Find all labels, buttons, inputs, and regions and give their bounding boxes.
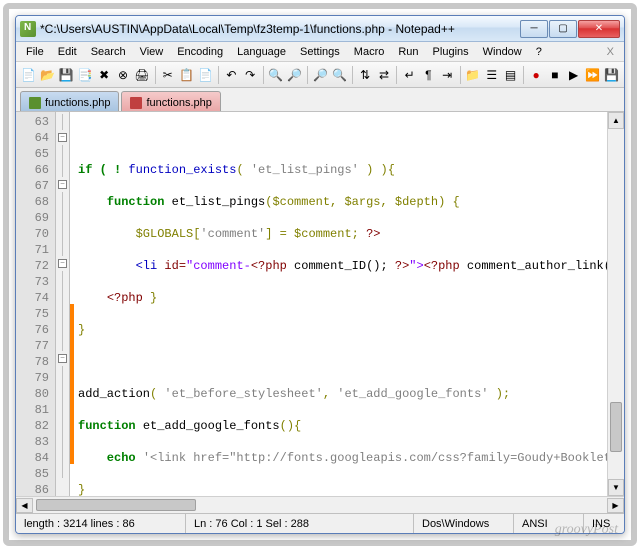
status-length: length : 3214 lines : 86 (16, 514, 186, 533)
sync-hscroll-icon[interactable]: ⇄ (376, 65, 393, 85)
replace-icon[interactable]: 🔎 (286, 65, 303, 85)
status-eol: Dos\Windows (414, 514, 514, 533)
scroll-up-icon[interactable]: ▲ (608, 112, 624, 129)
stop-macro-icon[interactable]: ■ (547, 65, 564, 85)
app-icon (20, 21, 36, 37)
close-button[interactable]: ✕ (578, 20, 620, 38)
tab-functions-2[interactable]: functions.php (121, 91, 220, 111)
status-position: Ln : 76 Col : 1 Sel : 288 (186, 514, 414, 533)
close-file-icon[interactable]: ✖ (96, 65, 113, 85)
statusbar: length : 3214 lines : 86 Ln : 76 Col : 1… (16, 513, 624, 533)
editor[interactable]: 6364656667686970717273747576777879808182… (16, 112, 624, 496)
fold-toggle-icon[interactable]: − (58, 133, 67, 142)
scroll-down-icon[interactable]: ▼ (608, 479, 624, 496)
redo-icon[interactable]: ↷ (242, 65, 259, 85)
maximize-button[interactable]: ▢ (549, 20, 577, 38)
minimize-button[interactable]: ─ (520, 20, 548, 38)
file-modified-icon (130, 97, 142, 109)
func-list-icon[interactable]: ☰ (483, 65, 500, 85)
save-icon[interactable]: 💾 (58, 65, 75, 85)
indent-icon[interactable]: ⇥ (439, 65, 456, 85)
menu-file[interactable]: File (20, 44, 50, 60)
folder-view-icon[interactable]: 📁 (464, 65, 481, 85)
close-all-icon[interactable]: ⊗ (115, 65, 132, 85)
menu-plugins[interactable]: Plugins (427, 44, 475, 60)
scroll-thumb[interactable] (610, 402, 622, 452)
scroll-left-icon[interactable]: ◀ (16, 498, 33, 513)
scroll-right-icon[interactable]: ▶ (607, 498, 624, 513)
print-icon[interactable]: 🖨 (133, 65, 150, 85)
fold-column: − − − − (56, 112, 70, 496)
open-file-icon[interactable]: 📂 (39, 65, 56, 85)
menu-language[interactable]: Language (231, 44, 292, 60)
status-encoding: ANSI (514, 514, 584, 533)
file-icon (29, 97, 41, 109)
undo-icon[interactable]: ↶ (223, 65, 240, 85)
record-macro-icon[interactable]: ● (528, 65, 545, 85)
menu-window[interactable]: Window (477, 44, 528, 60)
wordwrap-icon[interactable]: ↵ (401, 65, 418, 85)
menu-view[interactable]: View (134, 44, 170, 60)
fold-toggle-icon[interactable]: − (58, 180, 67, 189)
tab-label: functions.php (45, 97, 110, 109)
scroll-thumb[interactable] (36, 499, 196, 511)
fold-toggle-icon[interactable]: − (58, 259, 67, 268)
fold-toggle-icon[interactable]: − (58, 354, 67, 363)
doc-map-icon[interactable]: ▤ (502, 65, 519, 85)
tab-label: functions.php (146, 97, 211, 109)
allchars-icon[interactable]: ¶ (420, 65, 437, 85)
save-all-icon[interactable]: 📑 (77, 65, 94, 85)
zoom-in-icon[interactable]: 🔎 (312, 65, 329, 85)
vertical-scrollbar[interactable]: ▲ ▼ (607, 112, 624, 496)
menu-search[interactable]: Search (85, 44, 132, 60)
line-number-gutter: 6364656667686970717273747576777879808182… (16, 112, 56, 496)
new-file-icon[interactable]: 📄 (20, 65, 37, 85)
horizontal-scrollbar[interactable]: ◀ ▶ (16, 496, 624, 513)
menu-edit[interactable]: Edit (52, 44, 83, 60)
menubar: File Edit Search View Encoding Language … (16, 42, 624, 62)
tabstrip: functions.php functions.php (16, 88, 624, 112)
window-title: *C:\Users\AUSTIN\AppData\Local\Temp\fz3t… (40, 22, 520, 36)
copy-icon[interactable]: 📋 (178, 65, 195, 85)
play-macro-icon[interactable]: ▶ (565, 65, 582, 85)
menu-encoding[interactable]: Encoding (171, 44, 229, 60)
find-icon[interactable]: 🔍 (267, 65, 284, 85)
status-insert-mode: INS (584, 514, 624, 533)
menubar-close-icon[interactable]: X (601, 46, 620, 58)
menu-macro[interactable]: Macro (348, 44, 391, 60)
tab-functions-1[interactable]: functions.php (20, 91, 119, 111)
cut-icon[interactable]: ✂ (159, 65, 176, 85)
menu-help[interactable]: ? (530, 44, 548, 60)
sync-vscroll-icon[interactable]: ⇅ (357, 65, 374, 85)
menu-run[interactable]: Run (392, 44, 424, 60)
play-multi-icon[interactable]: ⏩ (584, 65, 601, 85)
toolbar: 📄 📂 💾 📑 ✖ ⊗ 🖨 ✂ 📋 📄 ↶ ↷ 🔍 🔎 🔎 🔍 ⇅ ⇄ ↵ ¶ … (16, 62, 624, 88)
menu-settings[interactable]: Settings (294, 44, 346, 60)
titlebar[interactable]: *C:\Users\AUSTIN\AppData\Local\Temp\fz3t… (16, 16, 624, 42)
code-area[interactable]: if ( ! function_exists( 'et_list_pings' … (74, 112, 607, 496)
save-macro-icon[interactable]: 💾 (603, 65, 620, 85)
zoom-out-icon[interactable]: 🔍 (331, 65, 348, 85)
paste-icon[interactable]: 📄 (197, 65, 214, 85)
app-window: *C:\Users\AUSTIN\AppData\Local\Temp\fz3t… (15, 15, 625, 534)
